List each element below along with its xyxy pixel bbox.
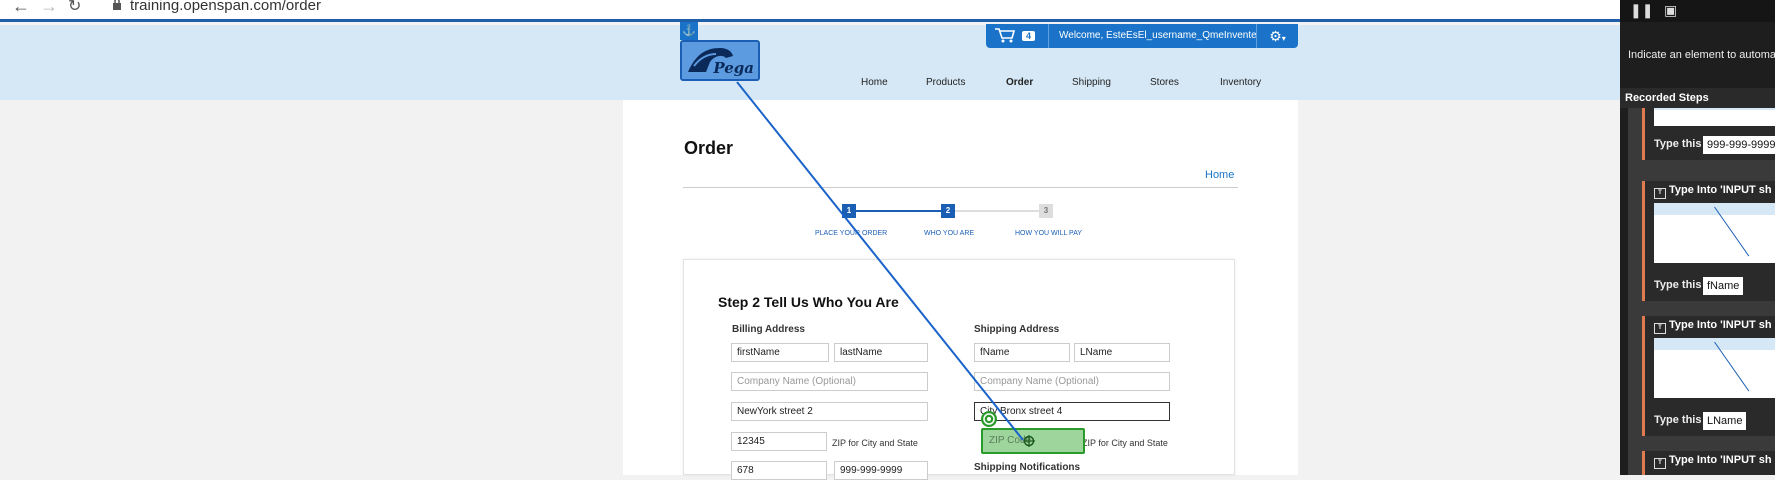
step-2-label: WHO YOU ARE <box>924 230 975 237</box>
settings-gear-icon[interactable]: ⚙▾ <box>1256 24 1298 48</box>
nav-products[interactable]: Products <box>926 77 965 88</box>
nav-shipping[interactable]: Shipping <box>1072 77 1111 88</box>
recorded-steps-list[interactable]: Type this 999-999-9999 T Type Into 'INPUT… <box>1628 108 1775 475</box>
step-1-label: PLACE YOUR ORDER <box>815 230 888 237</box>
step-thumbnail <box>1654 108 1775 126</box>
save-icon[interactable]: ▣ <box>1664 2 1677 19</box>
nav-order[interactable]: Order <box>1006 77 1033 88</box>
shipping-first-name-input[interactable]: fName <box>974 343 1070 362</box>
step-1-indicator[interactable]: 1 <box>842 204 856 218</box>
reload-icon[interactable]: ↻ <box>68 0 81 16</box>
type-value[interactable]: 999-999-9999 <box>1703 136 1775 154</box>
page-title: Order <box>684 138 734 158</box>
nav-inventory[interactable]: Inventory <box>1220 77 1261 88</box>
step-2-indicator[interactable]: 2 <box>941 204 955 218</box>
type-value[interactable]: LName <box>1703 412 1747 430</box>
cart-icon <box>995 28 1016 43</box>
recorder-hint: Indicate an element to automate <box>1628 49 1775 61</box>
type-value[interactable]: fName <box>1703 277 1744 295</box>
billing-company-input[interactable]: Company Name (Optional) <box>731 372 928 391</box>
step-thumbnail <box>1654 338 1775 398</box>
logo-text: Pega <box>713 59 754 77</box>
welcome-text[interactable]: Welcome, EsteEsEl_username_QmeInvente <box>1048 24 1257 48</box>
type-into-icon: T <box>1654 323 1666 334</box>
type-this-label: Type this <box>1654 279 1702 291</box>
shipping-company-input[interactable]: Company Name (Optional) <box>974 372 1170 391</box>
pega-logo[interactable]: Pega <box>680 40 760 81</box>
target-icon <box>981 411 997 427</box>
cart-count-badge: 4 <box>1022 31 1036 41</box>
billing-address-title: Billing Address <box>732 324 805 335</box>
type-this-label: Type this <box>1654 414 1702 426</box>
billing-zip-input[interactable]: 12345 <box>731 432 827 451</box>
shipping-street-input[interactable]: City Bronx street 4 <box>974 402 1170 421</box>
browser-toolbar: ← → ↻ training.openspan.com/order <box>0 0 1620 22</box>
recorded-step-card[interactable]: T Type Into 'INPUT sh Type this LName <box>1642 316 1775 436</box>
billing-street-input[interactable]: NewYork street 2 <box>731 402 928 421</box>
nav-stores[interactable]: Stores <box>1150 77 1179 88</box>
forward-icon[interactable]: → <box>40 0 58 17</box>
type-into-icon: T <box>1654 458 1666 469</box>
type-into-icon: T <box>1654 188 1666 199</box>
shipping-last-name-input[interactable]: LName <box>1074 343 1170 362</box>
user-bar: 4 Welcome, EsteEsEl_username_QmeInvente … <box>986 24 1298 48</box>
step-title: Step 2 Tell Us Who You Are <box>718 294 899 310</box>
step-title: T Type Into 'INPUT sh <box>1654 184 1772 199</box>
cart-button[interactable]: 4 <box>994 27 1046 45</box>
billing-phone-input[interactable]: 999-999-9999 <box>834 461 928 480</box>
billing-phone-part-input[interactable]: 678 <box>731 461 827 480</box>
pause-icon[interactable]: ❚❚ <box>1630 2 1653 19</box>
lock-icon <box>113 0 121 10</box>
recorded-step-card[interactable]: T Type Into 'INPUT sh <box>1642 451 1775 475</box>
divider <box>683 187 1238 188</box>
stepper-line <box>849 210 948 212</box>
stepper-line <box>948 210 1039 212</box>
crosshair-icon <box>1023 435 1035 447</box>
recorded-steps-header: Recorded Steps <box>1620 88 1775 108</box>
step-3-indicator[interactable]: 3 <box>1039 204 1053 218</box>
recorded-step-card[interactable]: T Type Into 'INPUT sh Type this fName <box>1642 181 1775 301</box>
nav-home[interactable]: Home <box>861 77 888 88</box>
shipping-zip-label: ZIP for City and State <box>1082 438 1168 448</box>
back-icon[interactable]: ← <box>12 0 30 17</box>
site-header <box>0 25 1620 100</box>
shipping-address-title: Shipping Address <box>974 324 1060 335</box>
home-link[interactable]: Home <box>1205 169 1234 181</box>
step-title: T Type Into 'INPUT sh <box>1654 319 1772 334</box>
step-3-label: HOW YOU WILL PAY <box>1015 230 1083 237</box>
recorder-toolbar: ❚❚ ▣ <box>1620 0 1775 22</box>
billing-last-name-input[interactable]: lastName <box>834 343 928 362</box>
step-title: T Type Into 'INPUT sh <box>1654 454 1772 469</box>
billing-first-name-input[interactable]: firstName <box>731 343 829 362</box>
recorded-step-card[interactable]: Type this 999-999-9999 <box>1642 108 1775 160</box>
step-thumbnail <box>1654 203 1775 263</box>
type-this-label: Type this <box>1654 138 1702 150</box>
shipping-notifications-title: Shipping Notifications <box>974 462 1081 473</box>
address-bar[interactable]: training.openspan.com/order <box>130 0 321 14</box>
anchor-icon: ⚓ <box>680 22 698 40</box>
billing-zip-label: ZIP for City and State <box>832 438 918 448</box>
recorder-panel: ❚❚ ▣ Indicate an element to automate Rec… <box>1620 0 1775 475</box>
